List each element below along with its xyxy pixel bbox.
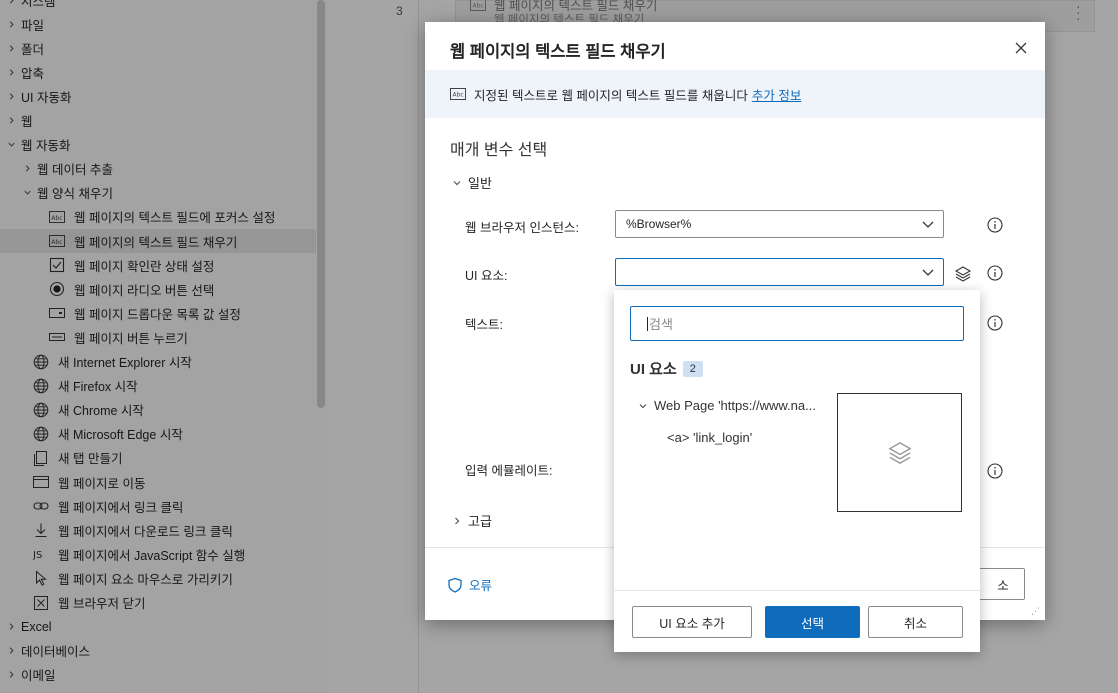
layers-icon[interactable] xyxy=(954,265,972,283)
add-ui-element-button[interactable]: UI 요소 추가 xyxy=(632,606,752,638)
browser-instance-label: 웹 브라우저 인스턴스: xyxy=(465,221,579,235)
close-icon xyxy=(1015,42,1027,54)
info-icon[interactable] xyxy=(987,265,1003,281)
svg-text:Abc: Abc xyxy=(453,92,464,99)
close-button[interactable] xyxy=(1009,36,1033,60)
chevron-down-icon xyxy=(922,221,934,228)
browser-instance-select[interactable]: %Browser% xyxy=(615,210,944,238)
shield-icon xyxy=(448,577,462,593)
ui-elements-heading: UI 요소 2 xyxy=(630,358,703,379)
ui-elements-title: UI 요소 xyxy=(630,361,677,378)
info-text: 지정된 텍스트로 웹 페이지의 텍스트 필드를 채웁니다 xyxy=(474,88,748,103)
info-icon[interactable] xyxy=(987,463,1003,479)
ui-element-tree-item-link-login[interactable]: <a> 'link_login' xyxy=(667,430,752,445)
browser-instance-value: %Browser% xyxy=(626,217,692,231)
ui-element-preview xyxy=(837,393,962,512)
text-caret xyxy=(647,316,648,331)
chevron-down-icon[interactable] xyxy=(636,401,650,411)
ui-element-label: UI 요소: xyxy=(465,269,508,283)
section-title: 매개 변수 선택 xyxy=(450,142,548,159)
errors-label: 오류 xyxy=(469,579,493,593)
search-input[interactable]: 검색 xyxy=(630,306,964,341)
ui-element-picker-popup: 검색 UI 요소 2 Web Page 'https://www.na... <… xyxy=(614,290,980,652)
emulate-typing-label: 입력 에뮬레이트: xyxy=(465,464,553,478)
chevron-right-icon xyxy=(450,516,464,526)
dialog-title: 웹 페이지의 텍스트 필드 채우기 xyxy=(450,43,666,61)
advanced-label: 고급 xyxy=(468,514,492,529)
ui-element-tree-node-webpage[interactable]: Web Page 'https://www.na... xyxy=(636,398,816,413)
advanced-group-toggle[interactable]: 고급 xyxy=(450,511,492,530)
ui-element-select[interactable] xyxy=(615,258,944,286)
chevron-down-icon xyxy=(450,178,464,188)
general-group-toggle[interactable]: 일반 xyxy=(450,173,492,192)
chevron-down-icon xyxy=(922,269,934,276)
resize-grip-icon[interactable]: ⋰ xyxy=(1031,606,1040,617)
info-icon[interactable] xyxy=(987,315,1003,331)
errors-button[interactable]: 오류 xyxy=(447,575,492,594)
popup-cancel-button[interactable]: 취소 xyxy=(868,606,963,638)
search-placeholder: 검색 xyxy=(649,317,673,332)
text-label: 텍스트: xyxy=(465,318,503,332)
cancel-button-label: 소 xyxy=(997,578,1009,593)
textbox-icon: Abc xyxy=(450,88,466,100)
select-button[interactable]: 선택 xyxy=(765,606,860,638)
info-bar: Abc 지정된 텍스트로 웹 페이지의 텍스트 필드를 채웁니다 추가 정보 xyxy=(425,70,1045,118)
info-icon[interactable] xyxy=(987,217,1003,233)
more-info-link[interactable]: 추가 정보 xyxy=(752,85,801,104)
ui-element-tree-node-label: Web Page 'https://www.na... xyxy=(654,398,816,413)
popup-footer-divider xyxy=(614,590,980,591)
general-label: 일반 xyxy=(468,176,492,191)
layers-icon xyxy=(887,441,912,464)
ui-elements-count-badge: 2 xyxy=(682,360,703,377)
